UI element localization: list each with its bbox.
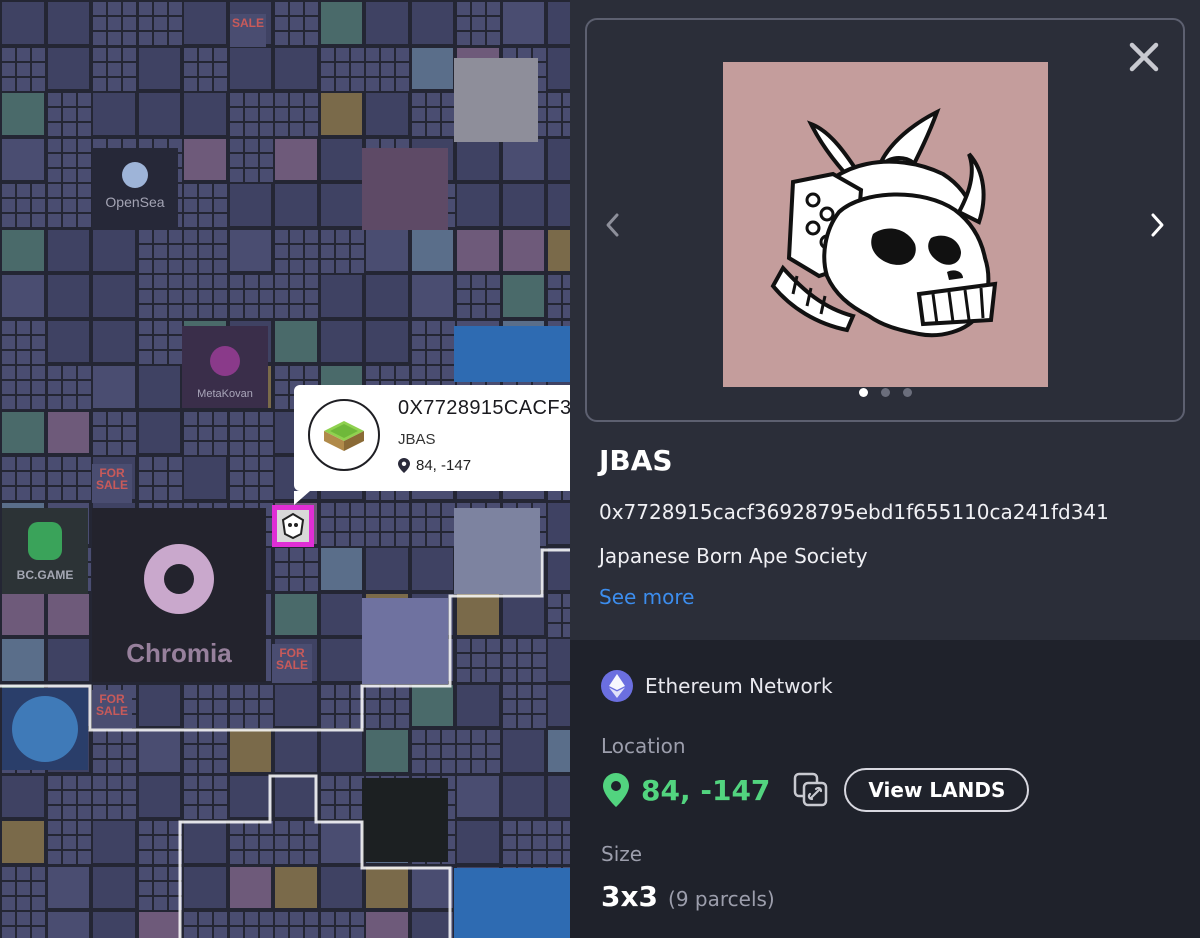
size-value: 3x3 bbox=[601, 880, 659, 913]
tooltip-name: JBAS bbox=[398, 431, 436, 448]
carousel-dot[interactable] bbox=[902, 388, 912, 397]
parcel-description: Japanese Born Ape Society bbox=[599, 544, 868, 568]
location-value: 84, -147 bbox=[641, 773, 771, 807]
location-heading: Location bbox=[601, 734, 686, 758]
nft-image bbox=[723, 62, 1048, 387]
chevron-left-icon[interactable] bbox=[601, 210, 625, 240]
parcel-details-section: Ethereum Network Location 84, -147 View … bbox=[570, 640, 1200, 938]
parcel-details-panel: JBAS 0x7728915cacf36928795ebd1f655110ca2… bbox=[570, 0, 1200, 938]
size-row: 3x3 (9 parcels) bbox=[601, 880, 775, 913]
parcel-avatar bbox=[308, 399, 380, 471]
tooltip-location-value: 84, -147 bbox=[416, 457, 472, 474]
image-carousel bbox=[585, 18, 1185, 422]
location-pin-icon bbox=[603, 773, 629, 807]
location-row: 84, -147 View LANDS bbox=[603, 768, 1030, 812]
location-pin-icon bbox=[398, 458, 410, 473]
carousel-dot[interactable] bbox=[880, 388, 890, 397]
grass-block-icon bbox=[324, 421, 364, 451]
size-heading: Size bbox=[601, 842, 643, 866]
chevron-right-icon[interactable] bbox=[1145, 210, 1169, 240]
samurai-ape-skull-image bbox=[770, 107, 998, 338]
carousel-dots bbox=[587, 388, 1183, 397]
selected-parcel-thumbnail bbox=[277, 510, 309, 542]
copy-link-icon[interactable] bbox=[792, 771, 830, 809]
land-map[interactable]: OpenSea MetaKovan BC.GAME Chromia FOR SA… bbox=[0, 0, 570, 938]
tooltip-location: 84, -147 bbox=[398, 457, 471, 474]
contract-address: 0x7728915cacf36928795ebd1f655110ca241fd3… bbox=[599, 500, 1109, 524]
size-parcels: (9 parcels) bbox=[668, 887, 775, 911]
ethereum-icon bbox=[601, 670, 633, 702]
selected-parcel[interactable] bbox=[272, 505, 314, 547]
see-more-link[interactable]: See more bbox=[599, 585, 694, 609]
network-label: Ethereum Network bbox=[645, 674, 833, 698]
view-lands-button[interactable]: View LANDS bbox=[844, 768, 1030, 812]
parcel-tooltip[interactable]: 0X7728915CACF3 JBAS 84, -147 bbox=[294, 385, 570, 505]
parcel-title: JBAS bbox=[599, 444, 673, 477]
carousel-dot[interactable] bbox=[858, 388, 868, 397]
close-icon[interactable] bbox=[1127, 40, 1161, 74]
tooltip-address: 0X7728915CACF3 bbox=[398, 397, 570, 419]
network-row: Ethereum Network bbox=[601, 670, 833, 702]
